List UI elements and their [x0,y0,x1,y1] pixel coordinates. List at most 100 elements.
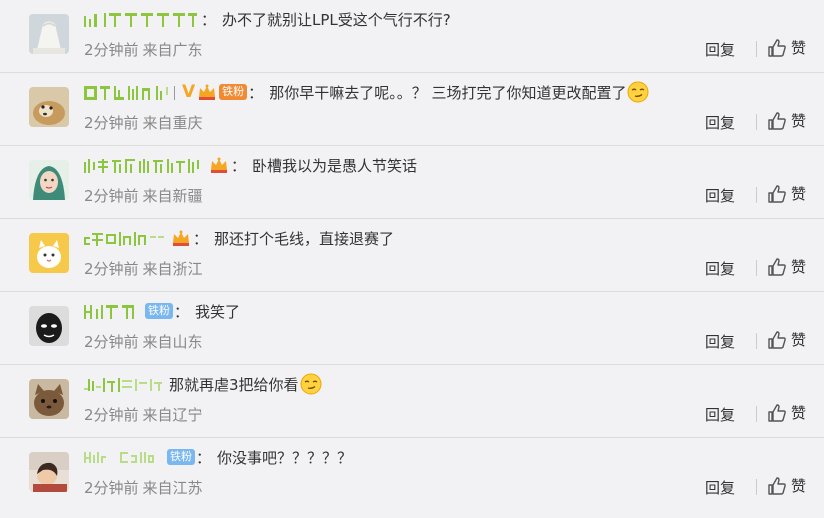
like-button[interactable]: 赞 [767,402,806,423]
avatar[interactable] [29,14,69,54]
thumbs-up-icon [767,184,787,204]
colon: ： [193,229,209,248]
like-label: 赞 [791,39,807,57]
like-label: 赞 [791,112,807,130]
avatar[interactable] [29,87,69,127]
thumbs-up-icon [767,476,787,496]
comment-text: 那就再虐3把给你看 [169,375,299,394]
reply-button[interactable]: 回复 [705,185,735,206]
comment-content: 铁粉 ： 我笑了 [84,299,240,323]
like-label: 赞 [791,477,807,495]
crown-icon [209,156,229,174]
comment-list: ： 办不了就别让LPL受这个气行不行? 2分钟前 来自广东 回复 赞 V 铁粉 … [0,0,824,511]
thumbs-up-icon [767,257,787,277]
crown-icon [171,229,191,247]
comment-meta: 2分钟前 来自浙江 [84,258,203,279]
username[interactable] [84,377,166,392]
comment-item: 铁粉 ： 我笑了 2分钟前 来自山东 回复 赞 [0,292,824,365]
like-label: 赞 [791,404,807,422]
comment-content: 铁粉 ： 你没事吧？？？？？ [84,445,352,469]
comment-time: 2分钟前 [84,260,139,278]
thumbs-up-icon [767,403,787,423]
comment-time: 2分钟前 [84,333,139,351]
comment-text: 卧槽我以为是愚人节笑话 [252,156,418,175]
comment-source: 来自重庆 [142,114,203,132]
vip-badge: V [182,82,196,102]
fan-badge: 铁粉 [167,449,195,465]
comment-meta: 2分钟前 来自辽宁 [84,404,203,425]
like-button[interactable]: 赞 [767,256,806,277]
thumbs-up-icon [767,330,787,350]
comment-meta: 2分钟前 来自新疆 [84,185,203,206]
reply-button[interactable]: 回复 [705,331,735,352]
comment-item: ： 办不了就别让LPL受这个气行不行? 2分钟前 来自广东 回复 赞 [0,0,824,73]
action-divider [756,479,757,495]
action-divider [756,333,757,349]
comment-content: ： 办不了就别让LPL受这个气行不行? [84,7,451,31]
comment-source: 来自广东 [142,41,203,59]
avatar[interactable] [29,233,69,273]
comment-text: 我笑了 [195,302,241,321]
action-divider [756,41,757,57]
avatar[interactable] [29,452,69,492]
colon: ： [231,156,247,175]
username[interactable] [84,231,168,246]
comment-time: 2分钟前 [84,406,139,424]
thumbs-up-icon [767,38,787,58]
action-divider [756,187,757,203]
comment-source: 来自江苏 [142,479,203,497]
action-divider [756,260,757,276]
like-label: 赞 [791,185,807,203]
reply-button[interactable]: 回复 [705,404,735,425]
comment-meta: 2分钟前 来自江苏 [84,477,203,498]
username[interactable] [84,12,198,27]
comment-text: 办不了就别让LPL受这个气行不行? [222,10,451,29]
fan-badge: 铁粉 [219,84,248,100]
action-divider [756,406,757,422]
avatar[interactable] [29,160,69,200]
comment-time: 2分钟前 [84,41,139,59]
like-button[interactable]: 赞 [767,110,806,131]
smirk-face-icon [627,81,649,103]
comment-source: 来自新疆 [142,187,203,205]
colon: ： [201,10,217,29]
comment-item: ： 那还打个毛线，直接退赛了 2分钟前 来自浙江 回复 赞 [0,219,824,292]
username[interactable] [84,450,164,465]
comment-meta: 2分钟前 来自山东 [84,331,203,352]
reply-button[interactable]: 回复 [705,258,735,279]
comment-source: 来自山东 [142,333,203,351]
comment-content: V 铁粉 ： 那你早干嘛去了呢。。？ 三场打完了你知道更改配置了 [84,80,649,104]
colon: ： [248,83,264,102]
like-button[interactable]: 赞 [767,475,806,496]
comment-content: 那就再虐3把给你看 [84,372,322,396]
like-button[interactable]: 赞 [767,183,806,204]
comment-content: ： 卧槽我以为是愚人节笑话 [84,153,417,177]
comment-source: 来自辽宁 [142,406,203,424]
like-button[interactable]: 赞 [767,329,806,350]
colon: ： [174,302,190,321]
comment-content: ： 那还打个毛线，直接退赛了 [84,226,394,250]
username[interactable] [84,85,178,100]
smirk-face-icon [300,373,322,395]
reply-button[interactable]: 回复 [705,477,735,498]
comment-text: 你没事吧？？？？？ [217,448,353,467]
like-label: 赞 [791,258,807,276]
username[interactable] [84,304,142,319]
reply-button[interactable]: 回复 [705,39,735,60]
comment-item: V 铁粉 ： 那你早干嘛去了呢。。？ 三场打完了你知道更改配置了 2分钟前 来自重… [0,73,824,146]
comment-meta: 2分钟前 来自重庆 [84,112,203,133]
comment-text: 那还打个毛线，直接退赛了 [214,229,395,248]
comment-meta: 2分钟前 来自广东 [84,39,203,60]
reply-button[interactable]: 回复 [705,112,735,133]
comment-source: 来自浙江 [142,260,203,278]
username[interactable] [84,158,206,173]
avatar[interactable] [29,306,69,346]
colon: ： [196,448,212,467]
comment-time: 2分钟前 [84,187,139,205]
like-button[interactable]: 赞 [767,37,806,58]
comment-item: ： 卧槽我以为是愚人节笑话 2分钟前 来自新疆 回复 赞 [0,146,824,219]
like-label: 赞 [791,331,807,349]
comment-time: 2分钟前 [84,114,139,132]
fan-badge: 铁粉 [145,303,173,319]
avatar[interactable] [29,379,69,419]
